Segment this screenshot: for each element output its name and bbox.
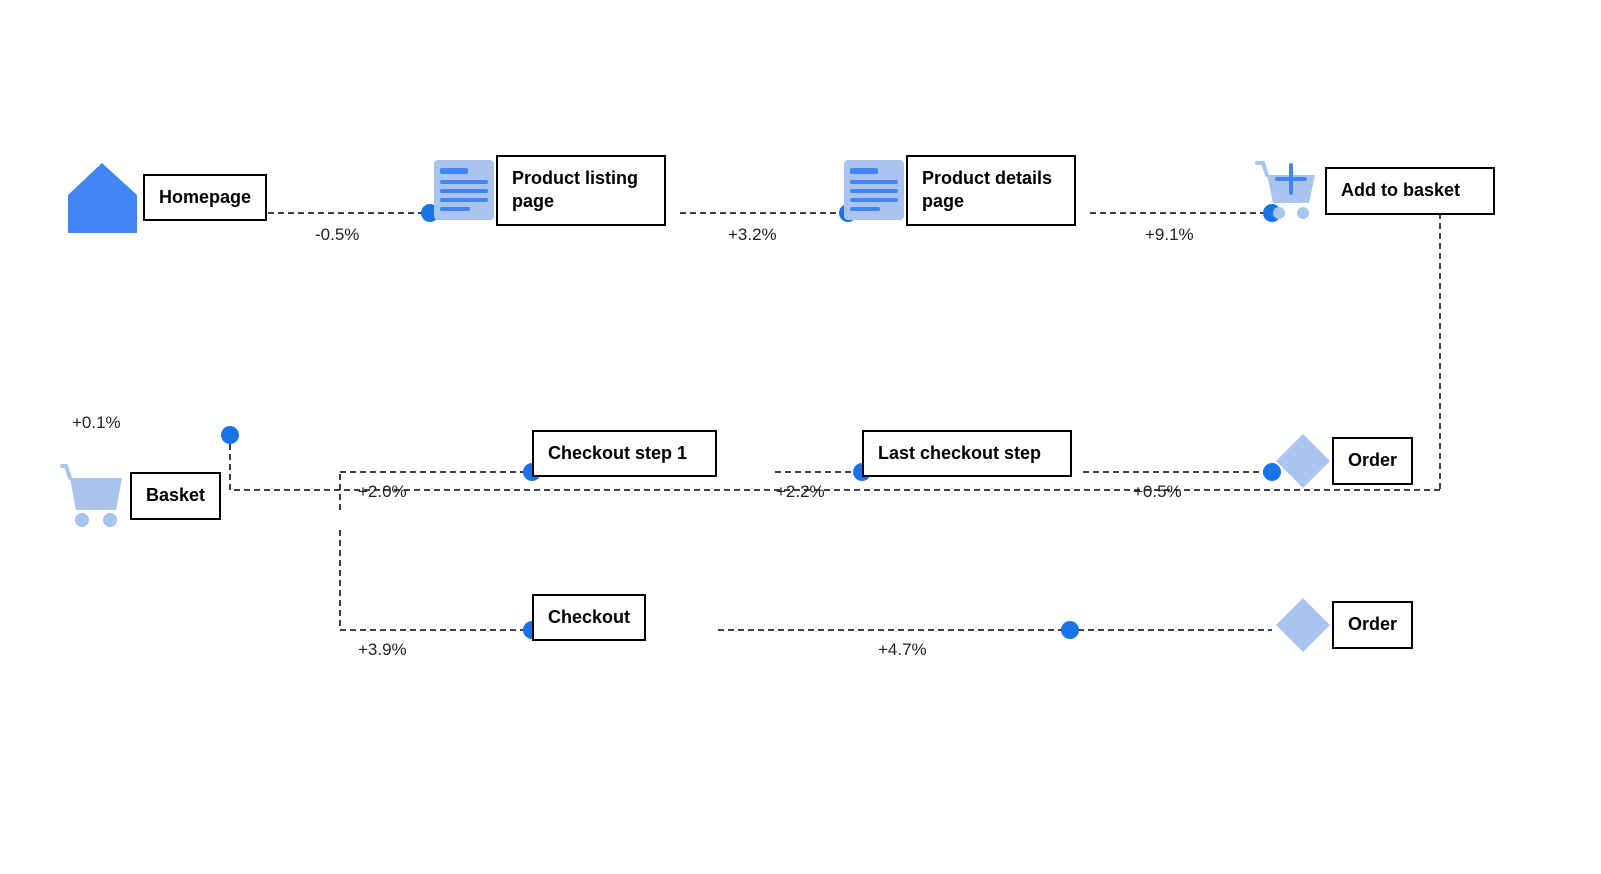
product-details-box: Product details page [906,155,1076,226]
add-to-basket-box: Add to basket [1325,167,1495,214]
order1-box: Order [1332,437,1413,484]
basket-node: Basket [60,460,221,532]
checkout-box: Checkout [532,594,646,641]
basket-box: Basket [130,472,221,519]
product-details-icon [840,156,908,224]
edge-label-basket-checkout: +3.9% [358,640,407,660]
edge-label-checkout1-last: +2.2% [776,482,825,502]
order1-node: Order [1272,430,1413,492]
order2-box: Order [1332,601,1413,648]
add-to-basket-icon [1255,155,1327,227]
last-checkout-node: Last checkout step [862,430,1072,477]
edge-label-last-order1: +0.5% [1133,482,1182,502]
edge-label-basket-return: +0.1% [72,413,121,433]
product-listing-node: Product listing page [430,155,666,226]
diagram: -0.5% +3.2% +9.1% +0.1% +2.0% +2.2% +0.5… [0,0,1601,874]
product-details-node: Product details page [840,155,1076,226]
edge-label-checkout-order2: +4.7% [878,640,927,660]
order1-icon [1272,430,1334,492]
edge-label-details-basket: +9.1% [1145,225,1194,245]
homepage-box: Homepage [143,174,267,221]
homepage-node: Homepage [60,155,267,240]
last-checkout-box: Last checkout step [862,430,1072,477]
order2-icon [1272,594,1334,656]
checkout-step1-box: Checkout step 1 [532,430,717,477]
checkout-node: Checkout [532,594,646,641]
product-listing-icon [430,156,498,224]
product-listing-box: Product listing page [496,155,666,226]
order2-node: Order [1272,594,1413,656]
home-icon [60,155,145,240]
edge-label-listing-details: +3.2% [728,225,777,245]
add-to-basket-node: Add to basket [1255,155,1495,227]
checkout-step1-node: Checkout step 1 [532,430,717,477]
edge-label-basket-checkout1: +2.0% [358,482,407,502]
basket-icon [60,460,132,532]
edge-label-home-listing: -0.5% [315,225,359,245]
